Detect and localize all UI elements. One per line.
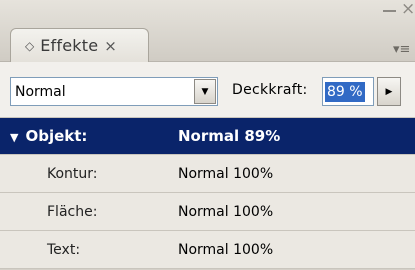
list-item-text[interactable]: Text: Normal 100% bbox=[0, 231, 415, 269]
list-item-value: Normal 100% bbox=[178, 165, 274, 182]
list-item-name: ▼ Objekt: bbox=[10, 127, 88, 145]
tab-close-icon[interactable]: × bbox=[104, 37, 117, 55]
blend-mode-value: Normal bbox=[15, 83, 66, 100]
list-item-fill[interactable]: Fläche: Normal 100% bbox=[0, 193, 415, 231]
panel-titlebar: ◇ Effekte × × ▾≡ bbox=[0, 0, 415, 62]
chevron-down-icon[interactable]: ▼ bbox=[194, 79, 216, 104]
opacity-value: 89 % bbox=[325, 81, 365, 102]
diamond-icon: ◇ bbox=[25, 38, 35, 53]
tab-label: Effekte bbox=[40, 36, 99, 55]
expand-triangle-icon[interactable]: ▼ bbox=[10, 131, 18, 144]
list-item-value: Normal 89% bbox=[178, 127, 281, 145]
minimize-icon[interactable] bbox=[383, 10, 396, 12]
list-item-value: Normal 100% bbox=[178, 241, 274, 258]
list-item-stroke[interactable]: Kontur: Normal 100% bbox=[0, 155, 415, 193]
panel-menu-icon[interactable]: ▾≡ bbox=[393, 42, 410, 57]
opacity-label: Deckkraft: bbox=[232, 82, 308, 98]
close-icon[interactable]: × bbox=[401, 0, 415, 18]
effects-list: ▼ Objekt: Normal 89% Kontur: Normal 100% … bbox=[0, 118, 415, 269]
effects-controls: Normal ▼ Deckkraft: 89 % ▶ bbox=[0, 62, 415, 118]
list-item-value: Normal 100% bbox=[178, 203, 274, 220]
list-item-name: Kontur: bbox=[47, 165, 98, 182]
opacity-input[interactable]: 89 % bbox=[322, 77, 374, 106]
opacity-slider-button[interactable]: ▶ bbox=[377, 77, 401, 106]
list-item-name: Fläche: bbox=[47, 203, 98, 220]
blend-mode-select[interactable]: Normal ▼ bbox=[10, 77, 218, 106]
tab-effects[interactable]: ◇ Effekte × bbox=[10, 28, 149, 62]
list-item-name: Text: bbox=[47, 241, 81, 258]
list-item-object[interactable]: ▼ Objekt: Normal 89% bbox=[0, 118, 415, 155]
